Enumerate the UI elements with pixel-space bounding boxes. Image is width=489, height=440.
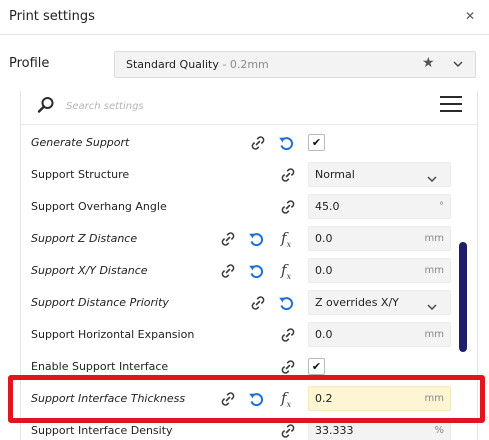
reset-icon[interactable] [247, 390, 265, 408]
support-overhang-angle-field[interactable]: 45.0 ° [308, 194, 451, 219]
formula-icon: fx [281, 261, 292, 281]
field-unit: ° [439, 201, 444, 212]
field-unit: % [434, 425, 444, 436]
setting-label: Support Structure [31, 168, 130, 181]
field-value: 0.0 [315, 328, 333, 341]
field-value: 33.333 [315, 424, 354, 437]
reset-icon[interactable] [247, 230, 265, 248]
field-value: 0.0 [315, 264, 333, 277]
setting-label: Support X/Y Distance [31, 264, 148, 277]
setting-row-support-x-y-distance: Support X/Y Distance fx 0.0 mm [21, 255, 456, 287]
setting-label: Generate Support [31, 136, 130, 149]
search-divider [21, 124, 477, 125]
title-divider [0, 34, 489, 35]
link-icon [219, 230, 237, 248]
setting-label: Support Z Distance [31, 232, 138, 245]
setting-label: Support Interface Thickness [31, 392, 186, 405]
profile-label: Profile [9, 56, 50, 71]
field-unit: mm [424, 393, 444, 404]
reset-icon[interactable] [277, 294, 295, 312]
setting-row-support-distance-priority: Support Distance Priority Z overrides X/Y [21, 287, 456, 319]
field-unit: mm [424, 233, 444, 244]
field-unit: mm [424, 265, 444, 276]
generate-support-checkbox[interactable]: ✔ [308, 134, 325, 151]
title-bar: Print settings ✕ [0, 0, 489, 34]
profile-name-text: Standard Quality - 0.2mm [126, 58, 269, 71]
chevron-down-icon [426, 298, 438, 310]
link-icon [249, 134, 267, 152]
profile-dropdown[interactable]: Standard Quality - 0.2mm ★ [114, 51, 476, 78]
profile-name: Standard Quality [126, 58, 219, 71]
support-structure-select[interactable]: Normal [308, 162, 451, 187]
support-interface-density-field[interactable]: 33.333% [308, 418, 451, 440]
setting-row-support-interface-thickness: Support Interface Thickness fx 0.2 mm [21, 383, 456, 415]
search-icon [37, 97, 54, 113]
support-distance-priority-select[interactable]: Z overrides X/Y [308, 290, 451, 315]
support-interface-thickness-field[interactable]: 0.2 mm [308, 386, 451, 411]
formula-icon: fx [281, 389, 292, 409]
link-icon [279, 358, 297, 376]
setting-label: Support Interface Density [31, 424, 173, 437]
setting-row-enable-support-interface: Enable Support Interface ✔ [21, 351, 456, 383]
support-x-y-distance-field[interactable]: 0.0 mm [308, 258, 451, 283]
field-value: 45.0 [315, 200, 340, 213]
star-icon[interactable]: ★ [422, 55, 435, 71]
close-icon[interactable]: ✕ [465, 9, 475, 23]
field-value: Normal [315, 168, 355, 181]
support-z-distance-field[interactable]: 0.0 mm [308, 226, 451, 251]
setting-row-support-z-distance: Support Z Distance fx 0.0 mm [21, 223, 456, 255]
link-icon [279, 166, 297, 184]
link-icon [279, 422, 297, 440]
reset-icon[interactable] [277, 134, 295, 152]
setting-row-support-overhang-angle: Support Overhang Angle 45.0 ° [21, 191, 456, 223]
link-icon [219, 390, 237, 408]
enable-support-interface-checkbox[interactable]: ✔ [308, 358, 325, 375]
field-value: 0.0 [315, 232, 333, 245]
window-title: Print settings [9, 9, 95, 24]
link-icon [279, 198, 297, 216]
setting-row-support-structure: Support Structure Normal [21, 159, 456, 191]
setting-row-support-horizontal-expansion: Support Horizontal Expansion 0.0 mm [21, 319, 456, 351]
field-value: 0.2 [315, 392, 333, 405]
link-icon [279, 326, 297, 344]
reset-icon[interactable] [247, 262, 265, 280]
setting-row-generate-support: Generate Support ✔ [21, 127, 456, 159]
link-icon [249, 294, 267, 312]
formula-icon: fx [281, 229, 292, 249]
link-icon [219, 262, 237, 280]
support-horizontal-expansion-field[interactable]: 0.0 mm [308, 322, 451, 347]
setting-label: Support Horizontal Expansion [31, 328, 195, 341]
setting-label: Support Overhang Angle [31, 200, 167, 213]
field-unit: mm [424, 329, 444, 340]
setting-label: Enable Support Interface [31, 360, 169, 373]
scrollbar-thumb[interactable] [459, 242, 467, 352]
profile-suffix: - 0.2mm [218, 58, 269, 71]
search-input[interactable] [66, 96, 396, 116]
chevron-down-icon [453, 61, 463, 67]
setting-label: Support Distance Priority [31, 296, 169, 309]
field-value: Z overrides X/Y [315, 296, 399, 309]
search-bar[interactable] [24, 92, 429, 120]
setting-row-support-interface-density: Support Interface Density 33.333% [21, 415, 456, 440]
hamburger-menu-icon[interactable] [440, 96, 462, 114]
chevron-down-icon [426, 170, 438, 182]
